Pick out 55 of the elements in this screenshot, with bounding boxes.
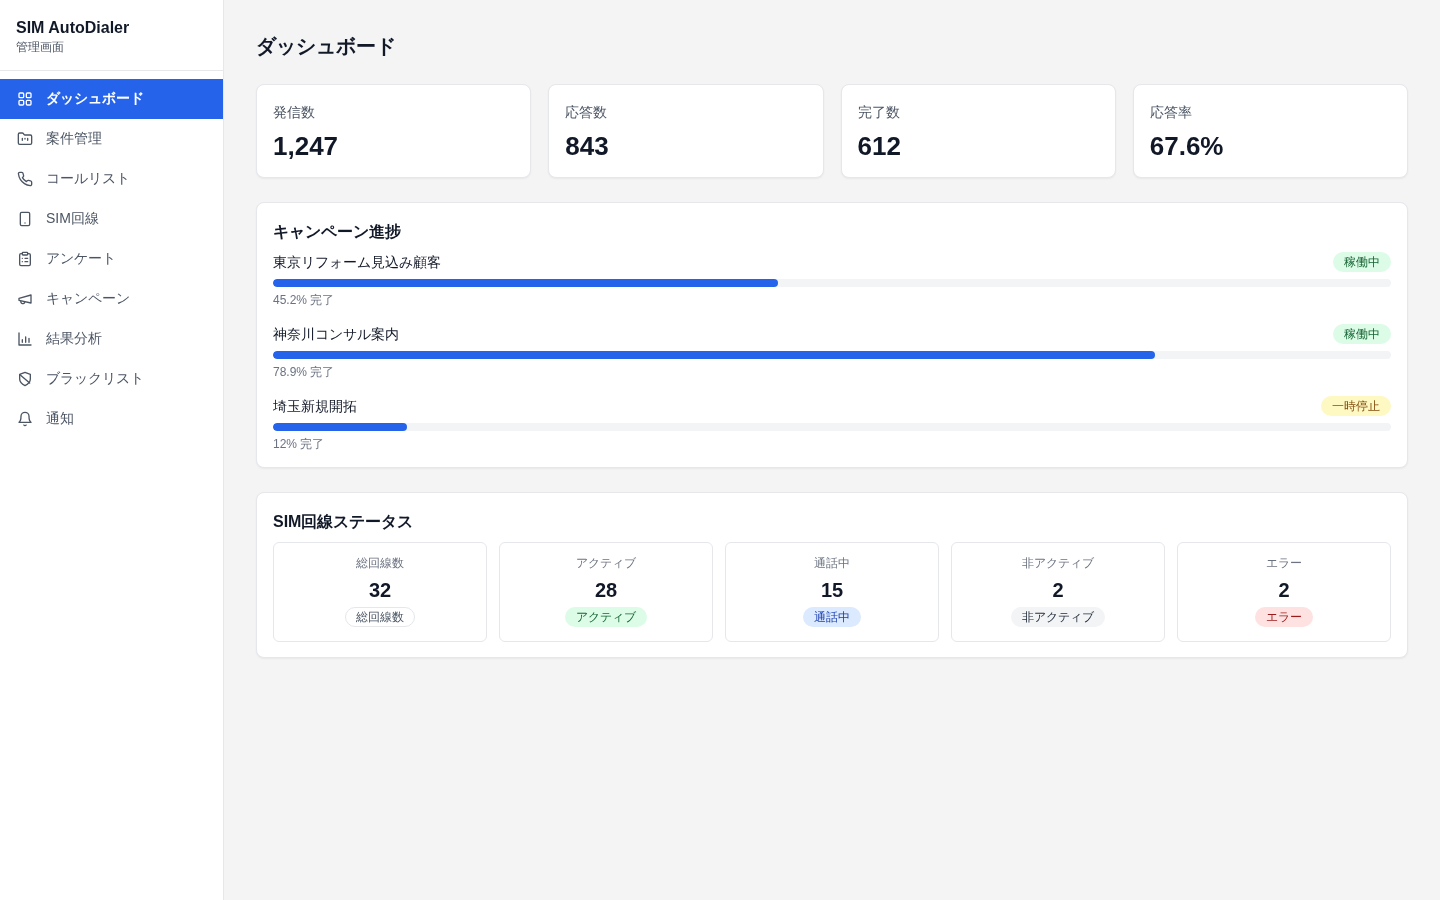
bar-chart-icon bbox=[17, 331, 33, 347]
sim-stat-value: 2 bbox=[1052, 578, 1064, 603]
campaign-name: 埼玉新規開拓 bbox=[273, 397, 357, 416]
phone-icon bbox=[17, 171, 33, 187]
nav-item[interactable]: アンケート bbox=[0, 239, 223, 279]
sim-stat-value: 32 bbox=[368, 578, 392, 603]
panel-title: SIM回線ステータス bbox=[273, 512, 414, 532]
status-badge: エラー bbox=[1255, 607, 1313, 627]
status-badge: 非アクティブ bbox=[1011, 607, 1105, 627]
clipboard-icon bbox=[17, 251, 33, 267]
progress-text: 78.9% 完了 bbox=[273, 364, 335, 380]
sim-stat-value: 2 bbox=[1278, 578, 1290, 603]
sim-stat-label: 通話中 bbox=[814, 555, 850, 571]
campaign-name: 神奈川コンサル案内 bbox=[273, 325, 399, 344]
folder-icon bbox=[17, 131, 33, 147]
sim-stat-label: 総回線数 bbox=[356, 555, 404, 571]
nav-item[interactable]: コールリスト bbox=[0, 159, 223, 199]
status-badge: 通話中 bbox=[803, 607, 861, 627]
page-title: ダッシュボード bbox=[256, 34, 396, 59]
nav-item[interactable]: 通知 bbox=[0, 399, 223, 439]
app-title: SIM AutoDialer bbox=[16, 18, 130, 38]
sim-stat-label: アクティブ bbox=[576, 555, 636, 571]
sim-stat-value: 15 bbox=[820, 578, 844, 603]
stat-label: 応答数 bbox=[565, 103, 608, 122]
status-badge: 一時停止 bbox=[1321, 396, 1391, 416]
nav-item[interactable]: 案件管理 bbox=[0, 119, 223, 159]
stat-label: 完了数 bbox=[857, 103, 900, 122]
smartphone-icon bbox=[17, 211, 33, 227]
bell-icon bbox=[17, 411, 33, 427]
nav-item[interactable]: SIM回線 bbox=[0, 199, 223, 239]
progress-text: 12% 完了 bbox=[273, 436, 325, 452]
status-badge: 総回線数 bbox=[345, 607, 415, 627]
nav-item[interactable]: キャンペーン bbox=[0, 279, 223, 319]
status-badge: アクティブ bbox=[565, 607, 647, 627]
app-subtitle: 管理画面 bbox=[16, 39, 64, 55]
stat-label: 応答率 bbox=[1149, 103, 1192, 122]
stat-label: 発信数 bbox=[273, 103, 315, 122]
status-badge: 稼働中 bbox=[1333, 324, 1391, 344]
stat-value: 1,247 bbox=[273, 130, 339, 162]
progress-text: 45.2% 完了 bbox=[273, 292, 335, 308]
megaphone-icon bbox=[17, 291, 33, 307]
stat-value: 843 bbox=[565, 130, 609, 162]
stat-value: 67.6% bbox=[1149, 130, 1224, 162]
sim-stat-value: 28 bbox=[594, 578, 618, 603]
status-badge: 稼働中 bbox=[1333, 252, 1391, 272]
nav-item[interactable]: 結果分析 bbox=[0, 319, 223, 359]
panel-title: キャンペーン進捗 bbox=[273, 222, 401, 242]
grid-icon bbox=[17, 91, 33, 107]
shield-icon bbox=[17, 371, 33, 387]
sim-stat-label: 非アクティブ bbox=[1022, 555, 1094, 571]
nav-item[interactable]: ダッシュボード bbox=[0, 79, 223, 119]
sim-stat-label: エラー bbox=[1266, 555, 1302, 571]
campaign-name: 東京リフォーム見込み顧客 bbox=[273, 253, 441, 272]
stat-value: 612 bbox=[857, 130, 901, 162]
nav-item[interactable]: ブラックリスト bbox=[0, 359, 223, 399]
